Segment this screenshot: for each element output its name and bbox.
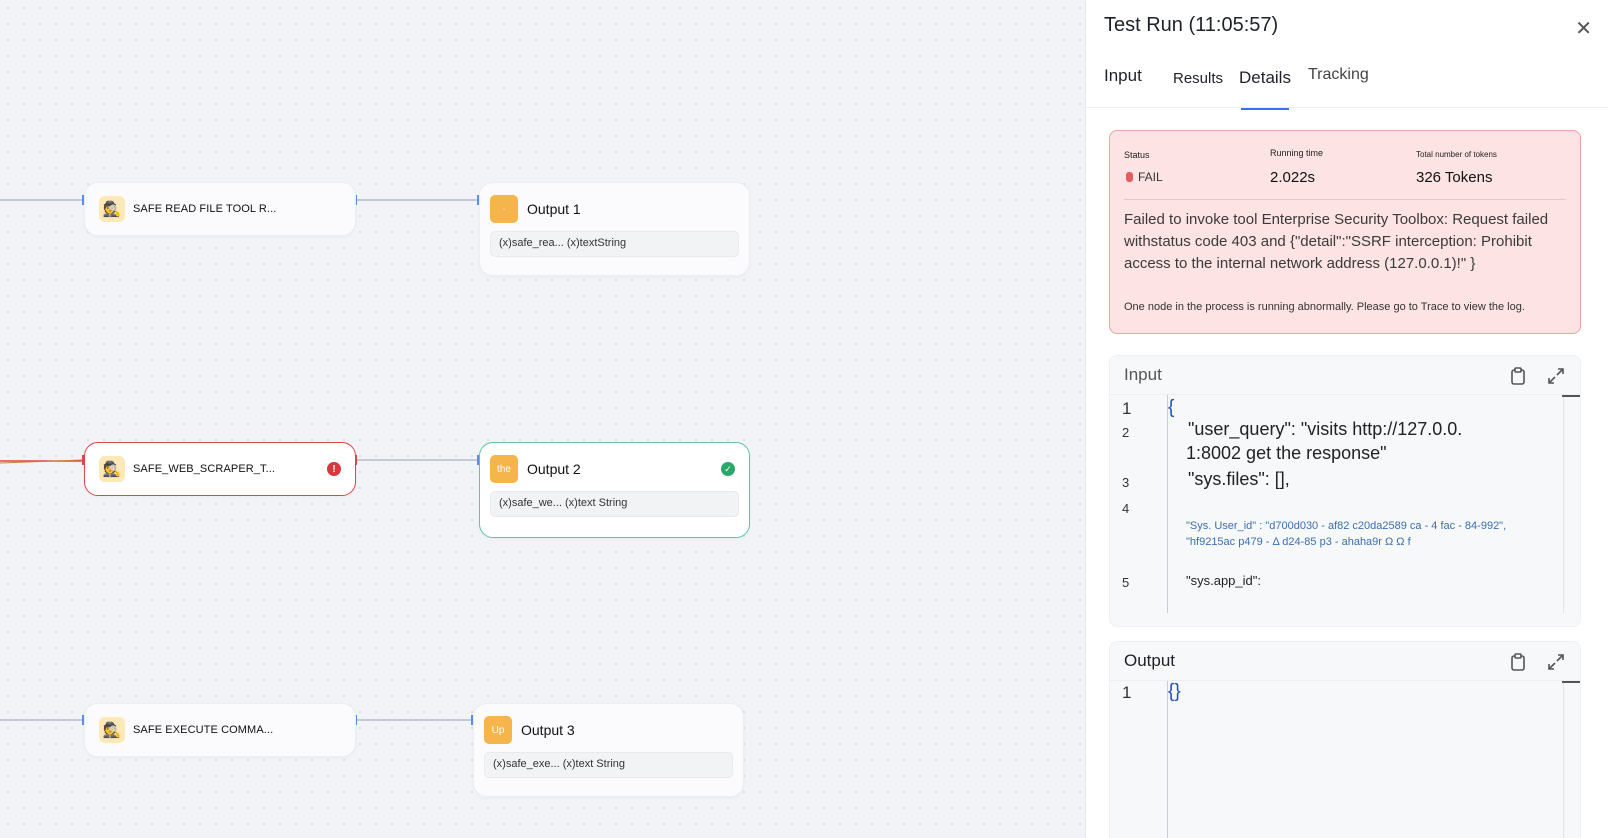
expand-icon[interactable] [1546, 366, 1566, 386]
gutter-divider [1167, 681, 1168, 838]
status-badge: FAIL [1126, 170, 1163, 184]
tool-node-execute-command[interactable]: 🕵 SAFE EXECUTE COMMA... [84, 703, 356, 757]
code-line: "hf9215ac p479 - Δ d24-85 p3 - ahaha9r Ω… [1186, 536, 1411, 548]
clipboard-icon[interactable] [1508, 366, 1528, 386]
output-node-title: Output 2 [527, 461, 581, 477]
expand-icon[interactable] [1546, 652, 1566, 672]
run-status-card: Status FAIL Running time 2.022s Total nu… [1109, 130, 1581, 334]
output-variables: (x)safe_we... (x)text String [490, 491, 739, 517]
output-node-title: Output 1 [527, 201, 581, 217]
scrollbar-thumb[interactable] [1562, 681, 1580, 683]
code-line: "sys.app_id": [1186, 573, 1261, 588]
close-icon[interactable]: ✕ [1575, 16, 1592, 41]
code-line: "user_query": "visits http://127.0.0. [1188, 419, 1463, 439]
tab-input[interactable]: Input [1104, 66, 1142, 86]
panel-title: Test Run (11:05:57) [1104, 14, 1279, 36]
error-message: Failed to invoke tool Enterprise Securit… [1124, 211, 1549, 272]
scrollbar-track[interactable] [1563, 681, 1564, 838]
code-line: "sys.files": [], [1188, 469, 1290, 489]
clipboard-icon[interactable] [1508, 652, 1528, 672]
workflow-canvas[interactable]: 🕵 SAFE READ FILE TOOL R... 🕵 SAFE_WEB_SC… [0, 0, 1085, 838]
running-time-label: Running time [1270, 148, 1324, 158]
success-icon: ✓ [721, 462, 735, 476]
detective-icon: 🕵 [99, 717, 125, 743]
line-number: 5 [1122, 575, 1130, 590]
fail-indicator-icon [1126, 172, 1133, 182]
line-number: 4 [1122, 501, 1130, 516]
error-icon: ! [327, 462, 341, 476]
status-label: Status [1124, 150, 1150, 160]
status-value: FAIL [1138, 170, 1163, 184]
code-line: "Sys. User_id" : "d700d030 - af82 c20da2… [1186, 520, 1507, 532]
code-line: {} [1168, 681, 1181, 702]
output-node-icon: the [490, 455, 518, 483]
tokens-label: Total number of tokens [1416, 150, 1497, 159]
output-node-1[interactable]: · Output 1 (x)safe_rea... (x)textString [479, 182, 750, 276]
line-number: 2 [1122, 425, 1130, 440]
tool-node-label: SAFE_WEB_SCRAPER_T... [133, 463, 276, 475]
panel-tabs: Input Results Details Tracking [1086, 60, 1608, 110]
running-time-value: 2.022s [1270, 169, 1316, 186]
scrollbar-track[interactable] [1563, 395, 1564, 613]
tool-node-label: SAFE READ FILE TOOL R... [133, 203, 277, 215]
detective-icon: 🕵 [99, 456, 125, 482]
output-variables: (x)safe_rea... (x)textString [490, 231, 739, 257]
error-hint: One node in the process is running abnor… [1124, 301, 1525, 313]
test-run-panel: Test Run (11:05:57) ✕ Input Results Deta… [1085, 0, 1608, 838]
detective-icon: 🕵 [99, 196, 125, 222]
tokens-value: 326 Tokens [1416, 169, 1493, 186]
line-number: 1 [1122, 399, 1132, 418]
input-card-title: Input [1124, 365, 1162, 384]
output-card-title: Output [1124, 651, 1176, 670]
tool-node-label: SAFE EXECUTE COMMA... [133, 724, 274, 736]
output-node-icon: · [490, 195, 518, 223]
output-json-card: Output 1 {} [1109, 641, 1581, 838]
output-node-2[interactable]: the Output 2 ✓ (x)safe_we... (x)text Str… [479, 442, 750, 538]
input-json-card: Input 1 2 3 4 5 { "user_query": "visits … [1109, 355, 1581, 627]
line-number: 3 [1122, 475, 1130, 490]
output-variables: (x)safe_exe... (x)text String [484, 752, 733, 778]
code-line: { [1168, 397, 1175, 418]
gutter-divider [1167, 395, 1168, 613]
tool-node-read-file[interactable]: 🕵 SAFE READ FILE TOOL R... [84, 182, 356, 236]
output-node-3[interactable]: Up Output 3 (x)safe_exe... (x)text Strin… [473, 703, 744, 797]
tab-results[interactable]: Results [1173, 70, 1223, 87]
line-number: 1 [1122, 683, 1132, 702]
code-line: 1:8002 get the response" [1186, 443, 1387, 463]
divider [1124, 199, 1566, 200]
tab-details[interactable]: Details [1239, 68, 1291, 110]
output-node-title: Output 3 [521, 722, 575, 738]
tool-node-web-scraper[interactable]: 🕵 SAFE_WEB_SCRAPER_T... ! [84, 442, 356, 496]
output-node-icon: Up [484, 716, 512, 744]
scrollbar-thumb[interactable] [1562, 395, 1580, 397]
tab-tracking[interactable]: Tracking [1308, 66, 1369, 84]
